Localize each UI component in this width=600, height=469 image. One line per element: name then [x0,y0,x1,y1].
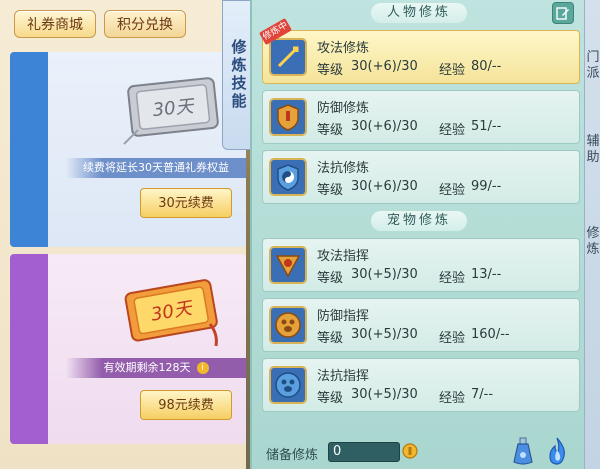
magic-resist-icon [269,158,307,196]
exp-value: 7/-- [471,387,494,402]
lucky-voucher-card: 招财礼券 30天 续费将延长30天普通礼券权益 30元续费 [10,52,246,247]
renew-note: 续费将延长30天普通礼券权益 [66,158,246,178]
section-title: 宠物修炼 [370,211,467,231]
card-title: 高级招财礼券 [18,292,39,406]
exp-label: 经验 [439,331,466,346]
section-pet-cultivation: 宠物修炼 [252,210,586,232]
validity-note: 有效期剩余128天 i [66,358,246,378]
section-title: 人物修炼 [370,3,467,23]
skill-row-magic-resist[interactable]: 法抗修炼 等级 30(+6)/30 经验 99/-- [262,150,580,204]
skill-row-pet-resist[interactable]: 法抗指挥 等级 30(+5)/30 经验 7/-- [262,358,580,412]
voucher-days-label: 30天 [152,96,197,121]
exp-label: 经验 [439,271,466,286]
level-value: 30(+5)/30 [351,327,418,342]
level-value: 30(+6)/30 [351,119,418,134]
validity-note-text: 有效期剩余128天 [103,361,191,374]
flame-icon[interactable] [544,436,570,466]
coin-icon [402,443,418,459]
exp-value: 51/-- [471,119,502,134]
premium-voucher-card: 高级招财礼券 30天 有效期剩余128天 i 98元续费 [10,254,246,444]
reserve-label: 储备修炼 [266,448,319,463]
edge-char: 派 [586,66,600,81]
skill-name: 法抗修炼 [317,161,370,176]
skill-name: 防御指挥 [317,309,370,324]
exp-value: 99/-- [471,179,502,194]
renew-note-text: 续费将延长30天普通礼券权益 [83,161,229,174]
exp-label: 经验 [439,123,466,138]
reserve-footer: 储备修炼 0 [252,436,586,469]
tab-points-exchange[interactable]: 积分兑换 [104,10,186,38]
section-person-cultivation: 人物修炼 [252,2,586,24]
skill-name: 攻法指挥 [317,249,370,264]
info-icon[interactable]: i [196,362,209,374]
pet-defense-icon [269,306,307,344]
tab-gift-shop[interactable]: 礼券商城 [14,10,96,38]
exp-value: 80/-- [471,59,502,74]
edge-char: 炼 [586,242,600,257]
skill-row-pet-defense[interactable]: 防御指挥 等级 30(+5)/30 经验 160/-- [262,298,580,352]
level-label: 等级 [317,183,344,198]
gold-voucher-icon: 30天 [124,279,218,347]
level-value: 30(+5)/30 [351,387,418,402]
skill-row-pet-attack[interactable]: 攻法指挥 等级 30(+5)/30 经验 13/-- [262,238,580,292]
silver-voucher-icon: 30天 [123,77,219,145]
potion-icon[interactable] [510,436,536,466]
renew-30-button[interactable]: 30元续费 [140,188,232,218]
pet-attack-icon [269,246,307,284]
edge-char: 助 [586,150,600,165]
level-label: 等级 [317,63,344,78]
card-title: 招财礼券 [16,101,41,198]
exp-value: 160/-- [471,327,510,342]
cultivation-panel: 人物修炼 修炼中 攻法修炼 等级 30(+6)/30 经验 80/-- 防御修炼… [250,0,584,469]
skill-row-attack-magic[interactable]: 修炼中 攻法修炼 等级 30(+6)/30 经验 80/-- [259,18,580,84]
level-label: 等级 [317,123,344,138]
side-tab-label: 修炼技能 [229,39,248,111]
skill-name: 防御修炼 [317,101,370,116]
exp-label: 经验 [439,63,466,78]
level-value: 30(+6)/30 [351,179,418,194]
skill-name: 法抗指挥 [317,369,370,384]
edit-button[interactable] [552,2,574,24]
pet-resist-icon [269,366,307,404]
attack-magic-icon [269,38,307,76]
renew-98-button[interactable]: 98元续费 [140,390,232,420]
reserve-value-field: 0 [328,442,400,462]
level-label: 等级 [317,331,344,346]
level-label: 等级 [317,391,344,406]
right-side-tabs[interactable]: 门 派 辅 助 修 炼 [584,0,600,469]
gift-shop-panel: 礼券商城 积分兑换 招财礼券 30天 续费将延长30天普通礼券权益 30元续费 … [0,0,246,469]
skill-name: 攻法修炼 [317,41,370,56]
level-value: 30(+6)/30 [351,59,418,74]
exp-value: 13/-- [471,267,502,282]
level-value: 30(+5)/30 [351,267,418,282]
edit-icon [556,7,569,20]
exp-label: 经验 [439,183,466,198]
exp-label: 经验 [439,391,466,406]
level-label: 等级 [317,271,344,286]
skill-row-defense[interactable]: 防御修炼 等级 30(+6)/30 经验 51/-- [262,90,580,144]
shop-tabs: 礼券商城 积分兑换 [14,10,186,38]
defense-icon [269,98,307,136]
